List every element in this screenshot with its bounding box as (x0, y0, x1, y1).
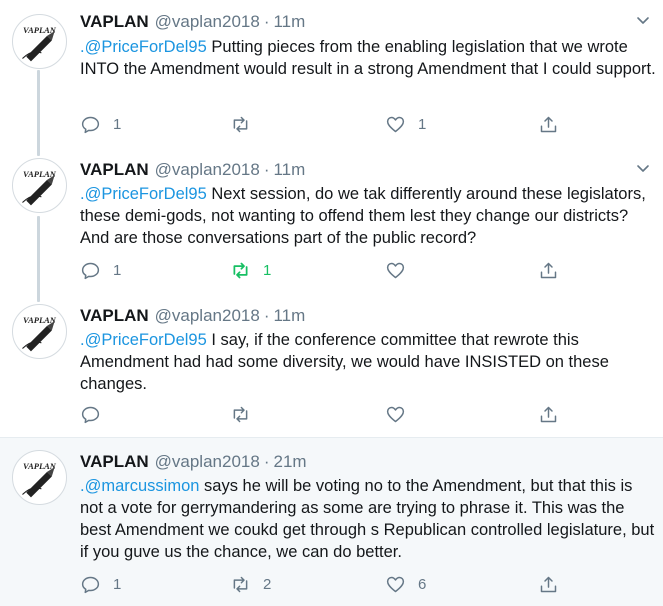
tweet-text: .@PriceForDel95 Putting pieces from the … (80, 36, 658, 80)
timestamp[interactable]: 11m (273, 160, 305, 179)
mention-link[interactable]: .@PriceForDel95 (80, 331, 207, 349)
tweet-2[interactable]: VAPLAN VAPLAN @vaplan2018 · 11m .@PriceForD… (0, 146, 663, 296)
tweet-3[interactable]: VAPLAN VAPLAN @vaplan2018 · 11m .@PriceForD… (0, 292, 663, 437)
retweet-count: 1 (263, 261, 272, 279)
retweet-button[interactable] (230, 402, 263, 426)
user-handle[interactable]: @vaplan2018 (155, 452, 260, 471)
reply-icon (81, 576, 100, 593)
reply-count: 1 (113, 575, 122, 593)
separator-dot: · (263, 306, 270, 325)
vaplan-logo-icon: VAPLAN (22, 25, 57, 62)
tweet-text: .@PriceForDel95 I say, if the conference… (80, 329, 658, 395)
thread-line (37, 146, 40, 156)
thread-line (37, 292, 40, 302)
timestamp[interactable]: 21m (273, 452, 306, 471)
like-count: 6 (418, 575, 427, 593)
heart-icon (386, 576, 405, 592)
tweet-actions (80, 402, 640, 426)
like-button[interactable]: 1 (385, 112, 426, 136)
heart-icon (386, 406, 405, 422)
tweet-actions: 1 2 6 (80, 572, 640, 596)
share-icon (540, 116, 557, 132)
share-button[interactable] (538, 112, 559, 136)
retweet-icon (233, 576, 248, 592)
user-handle[interactable]: @vaplan2018 (155, 306, 260, 325)
avatar[interactable]: VAPLAN (12, 14, 67, 69)
share-button[interactable] (538, 572, 559, 596)
like-button[interactable] (385, 258, 418, 282)
tweet-4[interactable]: VAPLAN VAPLAN @vaplan2018 · 21m .@marcussim… (0, 437, 663, 606)
reply-icon (81, 406, 100, 423)
vaplan-logo-icon: VAPLAN (22, 315, 57, 352)
reply-button[interactable]: 1 (80, 572, 121, 596)
user-handle[interactable]: @vaplan2018 (155, 160, 260, 179)
reply-icon (81, 262, 100, 279)
reply-button[interactable]: 1 (80, 258, 121, 282)
timestamp[interactable]: 11m (273, 306, 305, 325)
tweet-text: .@marcussimon says he will be voting no … (80, 475, 658, 563)
tweet-actions: 1 1 (80, 112, 640, 136)
user-handle[interactable]: @vaplan2018 (155, 12, 260, 31)
avatar[interactable]: VAPLAN (12, 158, 67, 213)
retweet-count: 2 (263, 575, 272, 593)
retweet-icon (233, 262, 248, 278)
thread-line (37, 70, 40, 150)
retweet-button[interactable]: 1 (230, 258, 271, 282)
vaplan-logo-icon: VAPLAN (22, 169, 57, 206)
like-count: 1 (418, 115, 427, 133)
mention-link[interactable]: .@PriceForDel95 (80, 185, 207, 203)
avatar[interactable]: VAPLAN (12, 450, 67, 505)
reply-icon (81, 116, 100, 133)
like-button[interactable] (385, 402, 418, 426)
separator-dot: · (263, 160, 270, 179)
tweet-1[interactable]: VAPLAN VAPLAN @vaplan2018 · 11m .@PriceForD… (0, 0, 663, 150)
retweet-button[interactable] (230, 112, 263, 136)
share-icon (540, 262, 557, 278)
tweet-header: VAPLAN @vaplan2018 · 11m (80, 10, 305, 34)
mention-link[interactable]: .@marcussimon (80, 477, 199, 495)
heart-icon (386, 116, 405, 132)
share-button[interactable] (538, 258, 559, 282)
thread-line (37, 216, 40, 296)
retweet-icon (233, 406, 248, 422)
display-name[interactable]: VAPLAN (80, 306, 149, 325)
share-icon (540, 406, 557, 422)
retweet-icon (233, 116, 248, 132)
reply-count: 1 (113, 261, 122, 279)
avatar[interactable]: VAPLAN (12, 304, 67, 359)
tweet-actions: 1 1 (80, 258, 640, 282)
share-icon (540, 576, 557, 592)
vaplan-logo-icon: VAPLAN (22, 461, 57, 498)
reply-button[interactable] (80, 402, 113, 426)
separator-dot: · (263, 452, 270, 471)
reply-button[interactable]: 1 (80, 112, 121, 136)
tweet-header: VAPLAN @vaplan2018 · 21m (80, 450, 307, 474)
like-button[interactable]: 6 (385, 572, 426, 596)
display-name[interactable]: VAPLAN (80, 160, 149, 179)
display-name[interactable]: VAPLAN (80, 452, 149, 471)
mention-link[interactable]: .@PriceForDel95 (80, 38, 207, 56)
separator-dot: · (263, 12, 270, 31)
tweet-text: .@PriceForDel95 Next session, do we tak … (80, 183, 658, 249)
reply-count: 1 (113, 115, 122, 133)
timestamp[interactable]: 11m (273, 12, 305, 31)
share-button[interactable] (538, 402, 559, 426)
tweet-header: VAPLAN @vaplan2018 · 11m (80, 158, 305, 182)
chevron-down-icon[interactable] (635, 12, 651, 28)
heart-icon (386, 262, 405, 278)
chevron-down-icon[interactable] (635, 160, 651, 176)
tweet-header: VAPLAN @vaplan2018 · 11m (80, 304, 305, 328)
retweet-button[interactable]: 2 (230, 572, 271, 596)
display-name[interactable]: VAPLAN (80, 12, 149, 31)
